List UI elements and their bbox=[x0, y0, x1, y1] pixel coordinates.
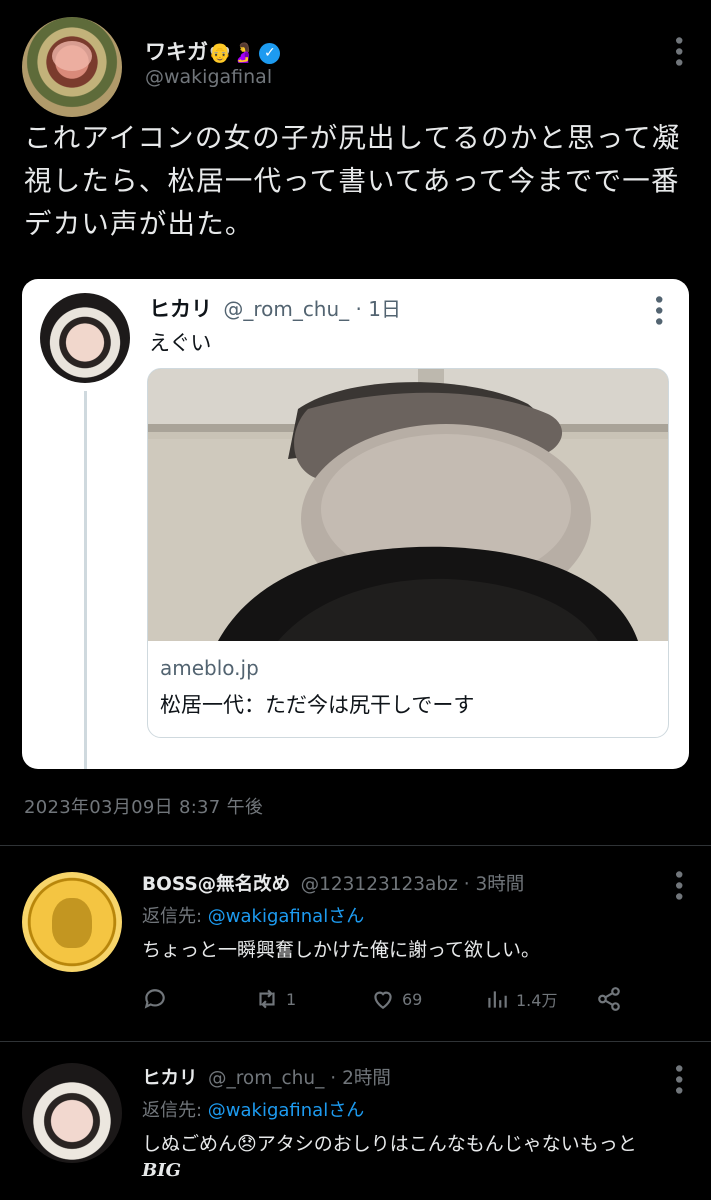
reply-to-label: 返信先: bbox=[142, 1100, 208, 1121]
quoted-handle: @_rom_chu_ bbox=[223, 297, 350, 321]
views-icon bbox=[488, 991, 507, 1008]
quoted-age: 1日 bbox=[368, 297, 401, 321]
like-icon bbox=[374, 991, 392, 1009]
reply-author-name[interactable]: ヒカリ @_rom_chu_ · 2時間 bbox=[142, 1064, 391, 1090]
reply-handle: @_rom_chu_ bbox=[207, 1068, 325, 1089]
link-domain: ameblo.jp bbox=[160, 656, 259, 680]
quoted-display-name: ヒカリ bbox=[149, 297, 212, 321]
like-button[interactable]: 69 bbox=[370, 982, 422, 1016]
author-handle[interactable]: @wakigafinal bbox=[145, 66, 272, 88]
reply-button[interactable] bbox=[142, 982, 168, 1016]
reply-to-mention[interactable]: @wakigafinalさん bbox=[208, 906, 364, 927]
like-count: 69 bbox=[402, 989, 423, 1009]
share-icon bbox=[598, 987, 620, 1011]
share-button[interactable] bbox=[596, 982, 622, 1016]
retweet-count: 1 bbox=[286, 989, 297, 1009]
reply-to-line: 返信先: @wakigafinalさん bbox=[142, 1096, 364, 1122]
divider bbox=[0, 845, 711, 846]
author-name[interactable]: ワキガ👴🤰 ✓ bbox=[145, 36, 281, 66]
reply-to-line: 返信先: @wakigafinalさん bbox=[142, 902, 364, 928]
reply-text-big: BIG bbox=[142, 1160, 182, 1181]
quoted-meta: @_rom_chu_ · 1日 bbox=[223, 297, 401, 321]
quoted-text: えぐい bbox=[149, 331, 212, 355]
reply-avatar[interactable] bbox=[22, 1063, 122, 1163]
link-preview-card[interactable]: ameblo.jp 松居一代：ただ今は尻干しでーす bbox=[147, 368, 669, 738]
reply-meta: @123123123abz · 3時間 bbox=[301, 874, 525, 895]
quoted-author-name[interactable]: ヒカリ @_rom_chu_ · 1日 bbox=[149, 293, 401, 323]
divider bbox=[0, 1041, 711, 1042]
link-title: 松居一代：ただ今は尻干しでーす bbox=[160, 693, 475, 717]
tweet-timestamp[interactable]: 2023年03月09日 8:37 午後 bbox=[24, 793, 263, 819]
separator-dot: · bbox=[463, 874, 470, 895]
reply-display-name: ヒカリ bbox=[142, 1068, 198, 1089]
more-icon[interactable]: ••• bbox=[645, 293, 670, 326]
photo-illustration bbox=[148, 369, 668, 641]
reply-icon bbox=[144, 989, 165, 1009]
reply-to-mention[interactable]: @wakigafinalさん bbox=[208, 1100, 364, 1121]
reply-text: ちょっと一瞬興奮しかけた俺に謝って欲しい。 bbox=[142, 939, 541, 961]
link-preview-image[interactable] bbox=[148, 369, 668, 641]
quoted-author-avatar[interactable] bbox=[40, 293, 130, 383]
reply-action-bar: 1 69 1.4万 bbox=[142, 982, 642, 1016]
retweet-icon bbox=[259, 989, 275, 1009]
more-icon[interactable]: ••• bbox=[665, 34, 690, 67]
reply-age: 2時間 bbox=[342, 1068, 391, 1089]
retweet-button[interactable]: 1 bbox=[254, 982, 296, 1016]
reply-age: 3時間 bbox=[475, 874, 525, 895]
tweet-text: これアイコンの女の子が尻出してるのかと思って凝視したら、松居一代って書いてあって… bbox=[24, 122, 681, 240]
views-count: 1.4万 bbox=[516, 991, 558, 1010]
author-avatar[interactable] bbox=[22, 17, 122, 117]
more-icon[interactable]: ••• bbox=[665, 1062, 690, 1095]
more-icon[interactable]: ••• bbox=[665, 868, 690, 901]
author-display-name: ワキガ bbox=[145, 40, 208, 64]
reply-handle: @123123123abz bbox=[300, 874, 458, 895]
separator-dot: · bbox=[330, 1068, 337, 1089]
reply-to-label: 返信先: bbox=[142, 906, 208, 927]
reply-meta: @_rom_chu_ · 2時間 bbox=[208, 1068, 391, 1089]
separator-dot: · bbox=[355, 297, 362, 321]
name-emojis: 👴🤰 bbox=[208, 42, 256, 64]
quoted-tweet-card[interactable]: ヒカリ @_rom_chu_ · 1日 ••• えぐい ameblo.jp 松居… bbox=[22, 279, 689, 769]
verified-badge-icon: ✓ bbox=[259, 43, 281, 64]
views-button[interactable]: 1.4万 bbox=[484, 982, 557, 1016]
reply-display-name: BOSS@無名改め bbox=[142, 874, 291, 895]
reply-author-name[interactable]: BOSS@無名改め @123123123abz · 3時間 bbox=[142, 870, 524, 896]
thread-line bbox=[84, 391, 87, 769]
reply-text: しぬごめん😞アタシのおしりはこんなもんじゃないもっと bbox=[142, 1133, 637, 1155]
reply-avatar[interactable] bbox=[22, 872, 122, 972]
